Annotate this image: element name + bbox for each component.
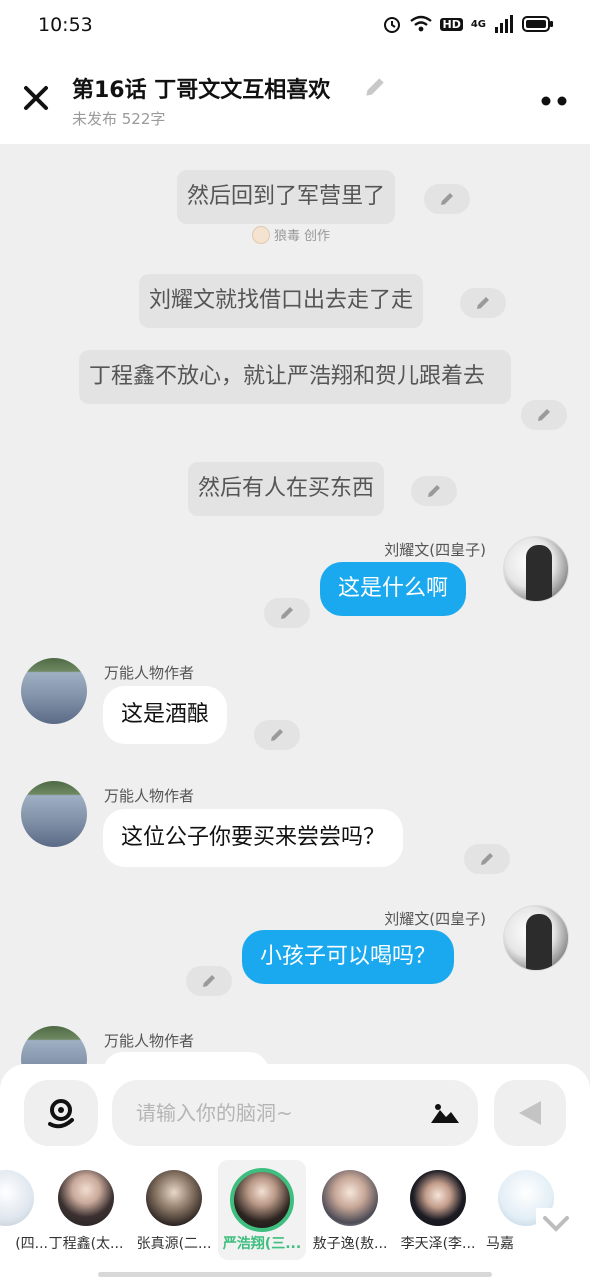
close-icon (24, 86, 48, 110)
character-avatar (0, 1170, 34, 1226)
status-bar: 10:53 HD 4G (0, 0, 590, 52)
pencil-icon (441, 193, 453, 205)
character-avatar (230, 1168, 294, 1232)
character-item[interactable]: 丁程鑫(太... (42, 1160, 130, 1260)
page-subtitle: 未发布 522字 (72, 110, 166, 128)
speaker-name: 刘耀文(四皇子) (384, 910, 486, 928)
network-type: 4G (470, 18, 486, 30)
chevron-down-icon (543, 1216, 569, 1232)
edit-message-button[interactable] (460, 288, 506, 318)
edit-message-button[interactable] (254, 720, 300, 750)
character-item-selected[interactable]: 严浩翔(三... (218, 1160, 306, 1260)
expand-characters-button[interactable] (536, 1208, 576, 1238)
pencil-icon (271, 729, 283, 741)
character-label: 李天泽(李... (400, 1236, 476, 1252)
character-item[interactable]: 李天泽(李... (394, 1160, 482, 1260)
speaker-name: 万能人物作者 (104, 787, 195, 805)
edit-message-button[interactable] (411, 476, 457, 506)
narration-bubble[interactable]: 刘耀文就找借口出去走了走 (139, 274, 424, 328)
edit-message-button[interactable] (264, 598, 310, 628)
alarm-icon (384, 17, 401, 33)
speaker-name: 万能人物作者 (104, 1032, 195, 1050)
voice-button[interactable] (24, 1080, 98, 1146)
message-input[interactable] (136, 1080, 426, 1146)
edit-message-button[interactable] (424, 184, 470, 214)
brain-hole-icon (48, 1099, 74, 1129)
character-selector[interactable]: (四... 丁程鑫(太... 张真源(二... 严浩翔(三... 敖子逸(敖..… (0, 1160, 590, 1264)
more-icon (541, 96, 567, 106)
input-panel: (四... 丁程鑫(太... 张真源(二... 严浩翔(三... 敖子逸(敖..… (0, 1064, 590, 1280)
avatar[interactable] (503, 905, 569, 971)
character-label: 敖子逸(敖... (312, 1236, 388, 1252)
creator-name: 狼毒 (274, 229, 301, 244)
message-bubble[interactable]: 这是酒酿 (103, 686, 228, 744)
page-title: 第16话 丁哥文文互相喜欢 (72, 78, 331, 103)
status-time: 10:53 (38, 14, 93, 36)
character-label: 严浩翔(三... (222, 1236, 302, 1252)
pencil-icon (538, 409, 550, 421)
edit-message-button[interactable] (521, 400, 567, 430)
edit-message-button[interactable] (464, 844, 510, 874)
message-bubble[interactable]: 小孩子可以喝吗？ (242, 930, 455, 984)
pencil-icon (477, 297, 489, 309)
edit-message-button[interactable] (186, 966, 232, 996)
creator-avatar (252, 225, 270, 244)
edit-title-button[interactable] (362, 74, 388, 100)
message-bubble[interactable]: 这是什么啊 (320, 562, 467, 616)
character-label: 张真源(二... (136, 1236, 212, 1252)
speaker-name: 万能人物作者 (104, 664, 195, 682)
character-label: 丁程鑫(太... (48, 1236, 124, 1252)
avatar[interactable] (21, 1026, 87, 1064)
message-input-box[interactable] (112, 1080, 478, 1146)
speaker-name: 刘耀文(四皇子) (384, 541, 486, 559)
creator-tag: 狼毒 创作 (252, 225, 330, 244)
narration-bubble[interactable]: 然后回到了军营里了 (177, 170, 396, 224)
pencil-icon (428, 485, 440, 497)
message-bubble[interactable]: 这位公子你要买来尝尝吗？ (103, 809, 404, 867)
close-button[interactable] (18, 80, 54, 116)
narration-bubble[interactable]: 然后有人在买东西 (188, 462, 385, 516)
pencil-icon (203, 975, 215, 987)
avatar[interactable] (503, 536, 569, 602)
message-bubble[interactable] (103, 1052, 269, 1064)
character-avatar (410, 1170, 466, 1226)
chat-area[interactable]: 然后回到了军营里了 狼毒 创作 刘耀文就找借口出去走了走 丁程鑫不放心，就让严浩… (0, 144, 590, 1064)
hd-badge: HD (440, 17, 463, 31)
character-avatar (322, 1170, 378, 1226)
avatar[interactable] (21, 781, 87, 847)
avatar[interactable] (21, 658, 87, 724)
character-item[interactable]: 敖子逸(敖... (306, 1160, 394, 1260)
wifi-icon (410, 15, 433, 32)
pencil-icon (281, 607, 293, 619)
send-icon (519, 1101, 541, 1125)
character-item[interactable]: 张真源(二... (130, 1160, 218, 1260)
narration-bubble[interactable]: 丁程鑫不放心，就让严浩翔和贺儿跟着去 (79, 350, 511, 404)
pencil-icon (366, 78, 384, 96)
signal-icon (495, 15, 513, 33)
battery-icon (522, 16, 553, 32)
creator-suffix: 创作 (304, 229, 331, 244)
status-icons: HD 4G (382, 14, 554, 34)
more-button[interactable] (540, 92, 568, 106)
send-button[interactable] (494, 1080, 566, 1146)
header: 第16话 丁哥文文互相喜欢 未发布 522字 (0, 52, 590, 144)
image-icon[interactable] (430, 1102, 460, 1124)
character-avatar (58, 1170, 114, 1226)
character-avatar (146, 1170, 202, 1226)
pencil-icon (481, 853, 493, 865)
home-indicator (98, 1272, 492, 1277)
